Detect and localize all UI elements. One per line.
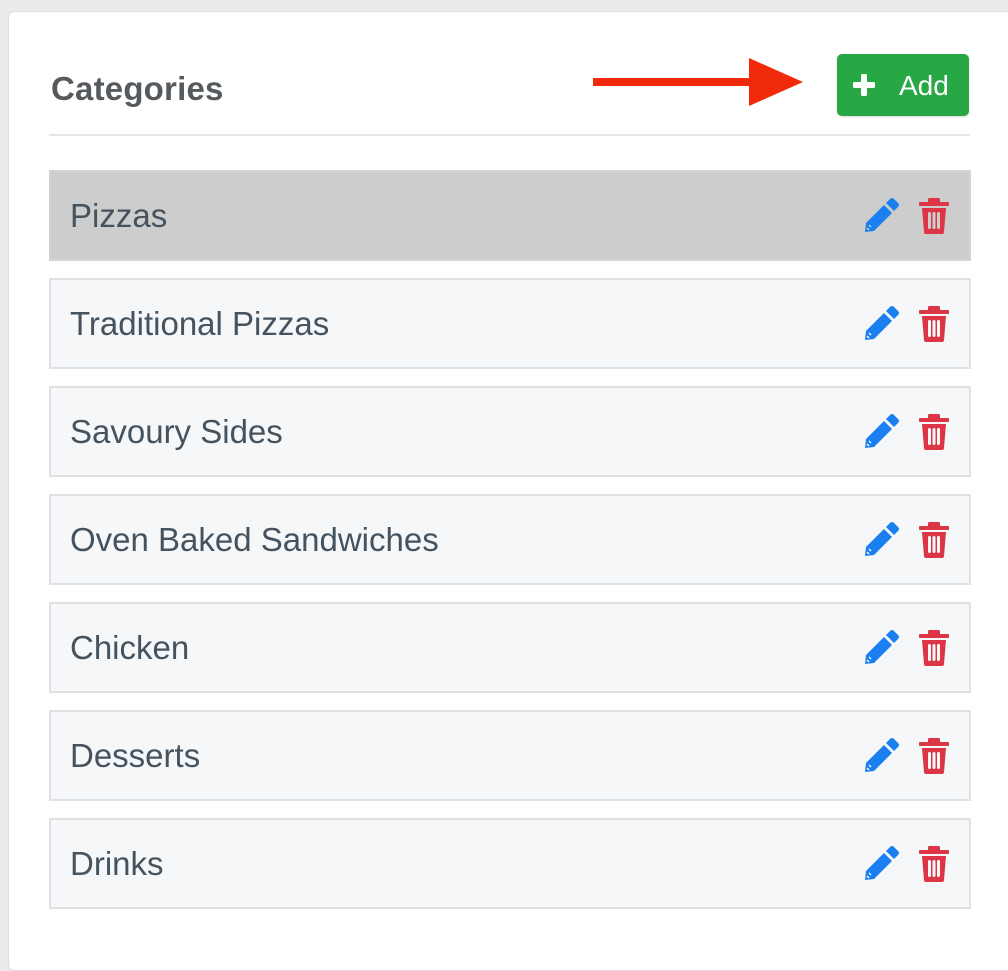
trash-icon[interactable] [918,414,950,450]
category-label: Oven Baked Sandwiches [70,521,439,558]
trash-icon[interactable] [918,522,950,558]
trash-icon[interactable] [918,198,950,234]
trash-icon[interactable] [918,738,950,774]
trash-icon[interactable] [918,306,950,342]
category-item-savoury-sides[interactable]: Savoury Sides [49,386,971,477]
trash-icon[interactable] [918,630,950,666]
pencil-icon[interactable] [863,198,899,234]
categories-card: Categories Add Pizzas Traditional Pizzas… [8,11,1008,971]
category-label: Chicken [70,629,190,666]
page-title: Categories [51,70,224,107]
category-label: Desserts [70,737,201,774]
category-item-pizzas[interactable]: Pizzas [49,170,971,261]
add-category-button[interactable]: Add [837,54,969,116]
category-label: Pizzas [70,197,168,234]
card-header: Categories Add [49,54,970,136]
category-label: Drinks [70,845,164,882]
trash-icon[interactable] [918,846,950,882]
pencil-icon[interactable] [863,846,899,882]
pencil-icon[interactable] [863,738,899,774]
pencil-icon[interactable] [863,306,899,342]
category-item-chicken[interactable]: Chicken [49,602,971,693]
category-item-traditional-pizzas[interactable]: Traditional Pizzas [49,278,971,369]
category-item-desserts[interactable]: Desserts [49,710,971,801]
category-item-drinks[interactable]: Drinks [49,818,971,909]
pencil-icon[interactable] [863,414,899,450]
category-list: Pizzas Traditional Pizzas Savoury Sides … [49,170,971,926]
plus-icon [853,74,875,96]
category-item-oven-baked-sandwiches[interactable]: Oven Baked Sandwiches [49,494,971,585]
pencil-icon[interactable] [863,630,899,666]
category-label: Savoury Sides [70,413,283,450]
pencil-icon[interactable] [863,522,899,558]
category-label: Traditional Pizzas [70,305,330,342]
arrow-right-icon [593,58,803,106]
add-button-label: Add [899,70,949,101]
